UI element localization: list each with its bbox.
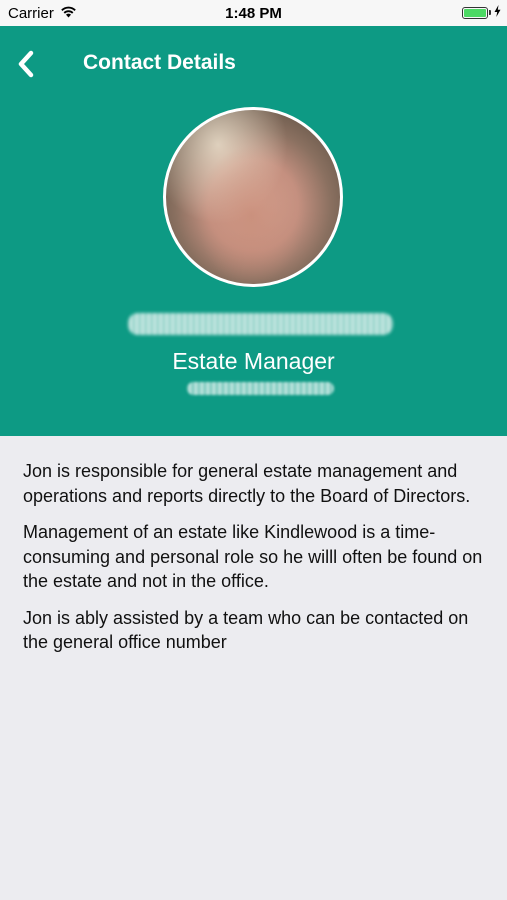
back-button[interactable] [10,48,42,80]
battery-icon [462,6,488,19]
profile-header: Contact Details Estate Manager [0,26,507,436]
redacted-detail [187,382,334,395]
avatar [163,107,343,287]
job-title: Estate Manager [172,348,335,374]
description-paragraph: Management of an estate like Kindlewood … [23,522,483,591]
status-right [462,5,501,20]
status-bar: Carrier 1:48 PM [0,0,507,26]
status-time: 1:48 PM [225,5,282,22]
charging-bolt-icon [494,5,501,20]
redacted-name [128,313,393,335]
battery-tip [489,10,491,15]
battery-fill [464,8,486,17]
avatar-face [196,145,306,284]
description-paragraph: Jon is ably assisted by a team who can b… [23,607,469,653]
chevron-left-icon [18,50,34,78]
description-paragraph: Jon is responsible for general estate ma… [23,461,471,506]
contact-description: Jon is responsible for general estate ma… [23,459,488,667]
page-title: Contact Details [83,51,236,74]
